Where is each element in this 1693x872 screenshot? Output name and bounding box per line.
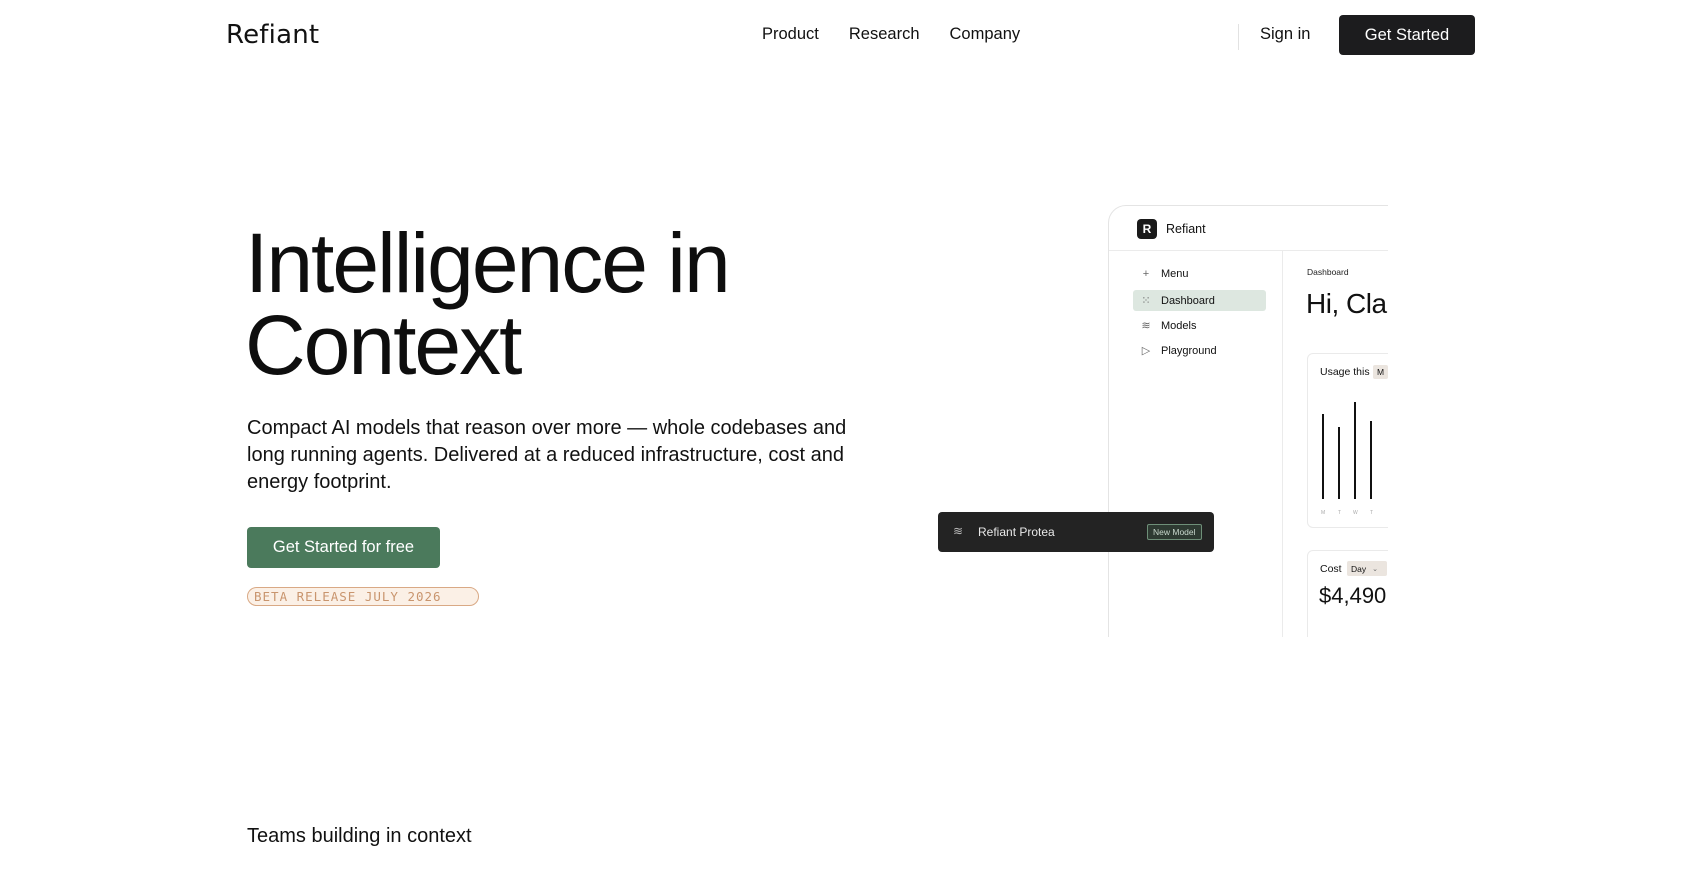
- sidebar-item-models[interactable]: ≋ Models: [1133, 315, 1266, 336]
- mockup-app-name: Refiant: [1166, 222, 1206, 236]
- usage-bar-chart: M T W T: [1308, 354, 1388, 529]
- play-icon: ▷: [1141, 345, 1151, 357]
- mockup-sidebar-divider: [1282, 251, 1283, 637]
- usage-bar: [1338, 427, 1340, 499]
- hero-title-line-2: Context: [245, 298, 522, 392]
- sidebar-item-dashboard[interactable]: ⁙ Dashboard: [1133, 290, 1266, 311]
- dashboard-mockup: R Refiant + Menu ⁙ Dashboard ≋ Models ▷ …: [1108, 205, 1388, 637]
- grid-icon: ⁙: [1141, 295, 1151, 307]
- new-model-badge: New Model: [1147, 524, 1202, 540]
- usage-card: Usage this M M T W T: [1307, 353, 1388, 528]
- hero-subtitle: Compact AI models that reason over more …: [247, 417, 847, 493]
- usage-bar: [1354, 402, 1356, 499]
- nav-product[interactable]: Product: [762, 25, 819, 44]
- beta-release-badge: BETA RELEASE JULY 2026: [247, 587, 479, 606]
- cost-card: Cost Day ⌄ $4,490: [1307, 550, 1388, 637]
- sidebar-item-label: Dashboard: [1161, 294, 1215, 307]
- teams-heading: Teams building in context: [247, 825, 472, 847]
- usage-bar-label: M: [1321, 510, 1326, 516]
- cost-value: $4,490: [1319, 583, 1387, 608]
- usage-bar: [1322, 414, 1324, 499]
- plus-icon: +: [1142, 267, 1150, 280]
- mockup-logo-icon: R: [1137, 219, 1157, 239]
- usage-bar: [1370, 421, 1372, 499]
- hero-title-line-1: Intelligence in: [245, 216, 731, 310]
- get-started-free-button[interactable]: Get Started for free: [247, 527, 440, 568]
- chevron-down-icon: ⌄: [1372, 565, 1378, 573]
- mockup-greeting: Hi, Clar: [1306, 288, 1388, 319]
- cost-card-title: Cost: [1320, 563, 1342, 575]
- sidebar-item-label: Menu: [1161, 267, 1189, 280]
- hero-title: Intelligence in Context: [245, 221, 865, 387]
- new-model-banner[interactable]: ≋ Refiant Protea New Model: [938, 512, 1214, 552]
- mockup-page-label: Dashboard: [1307, 267, 1349, 277]
- sign-in-link[interactable]: Sign in: [1260, 25, 1310, 44]
- sidebar-item-playground[interactable]: ▷ Playground: [1133, 340, 1266, 361]
- sidebar-item-label: Playground: [1161, 344, 1217, 357]
- sidebar-item-menu[interactable]: + Menu: [1133, 263, 1266, 284]
- main-nav: Product Research Company: [762, 25, 1020, 44]
- usage-bar-label: T: [1338, 510, 1342, 516]
- layers-icon: ≋: [1141, 320, 1151, 332]
- nav-divider: [1238, 24, 1239, 50]
- mockup-topbar: R Refiant: [1109, 206, 1388, 251]
- nav-company[interactable]: Company: [950, 25, 1021, 44]
- usage-bar-label: W: [1353, 510, 1358, 516]
- mockup-window: R Refiant + Menu ⁙ Dashboard ≋ Models ▷ …: [1108, 205, 1388, 637]
- get-started-button[interactable]: Get Started: [1339, 15, 1475, 55]
- layers-icon: ≋: [953, 524, 964, 538]
- sidebar-item-label: Models: [1161, 319, 1197, 332]
- usage-bar-label: T: [1370, 510, 1374, 516]
- cost-period-value: Day: [1351, 563, 1367, 574]
- banner-model-name: Refiant Protea: [978, 525, 1055, 539]
- brand-logo[interactable]: Refiant: [226, 20, 319, 50]
- cost-period-select[interactable]: Day ⌄: [1347, 561, 1387, 576]
- site-header: Refiant Product Research Company Sign in…: [0, 0, 1693, 72]
- nav-research[interactable]: Research: [849, 25, 920, 44]
